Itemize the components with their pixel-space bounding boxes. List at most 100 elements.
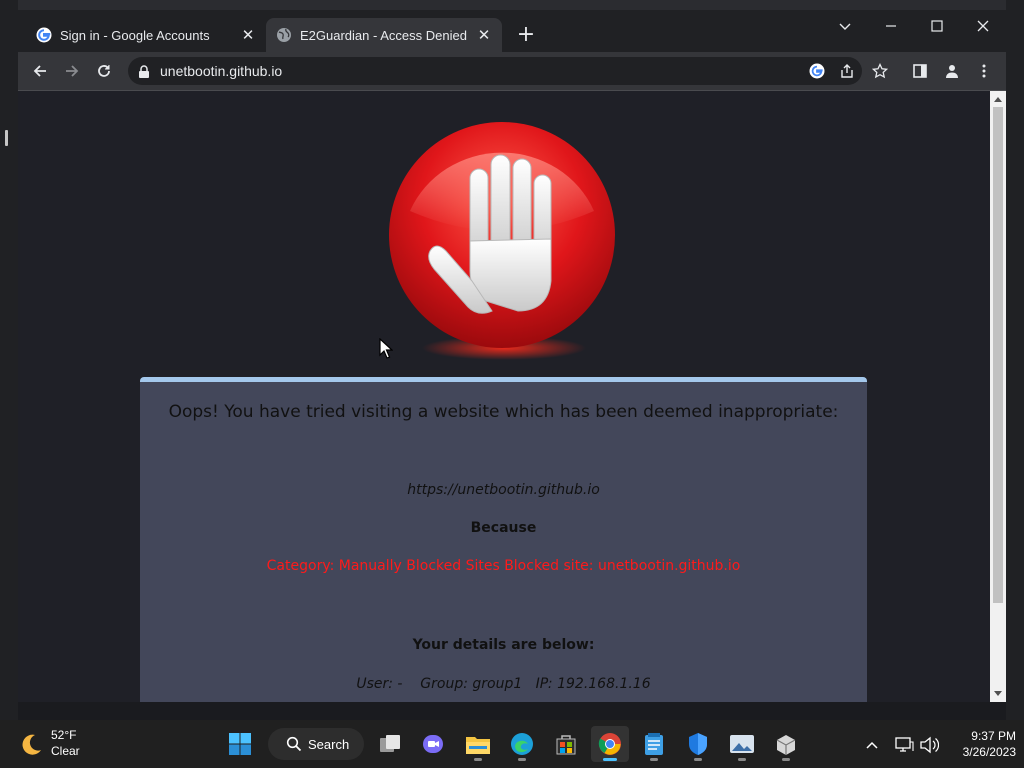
edge-button[interactable] [503, 726, 541, 762]
folder-icon [466, 737, 490, 754]
lock-icon[interactable] [138, 64, 150, 83]
app-installer-button[interactable] [767, 726, 805, 762]
running-indicator [518, 758, 526, 761]
blocked-message-panel: Oops! You have tried visiting a website … [140, 377, 867, 702]
side-panel-button[interactable] [908, 59, 932, 83]
chat-camera-icon [423, 735, 443, 753]
reload-button[interactable] [92, 59, 116, 83]
desktop-background-left [0, 0, 18, 720]
moon-icon [22, 734, 41, 755]
show-hidden-icons-button[interactable] [861, 734, 883, 756]
weather-condition: Clear [51, 744, 80, 758]
browser-toolbar: unetbootin.github.io [18, 52, 1006, 90]
forward-button[interactable] [60, 59, 84, 83]
running-indicator [782, 758, 790, 761]
running-indicator [694, 758, 702, 761]
tab-google-signin[interactable]: Sign in - Google Accounts ✕ [26, 18, 266, 52]
weather-widget[interactable]: 52°F Clear [18, 728, 108, 762]
back-button[interactable] [28, 59, 52, 83]
arrow-right-icon [66, 65, 79, 77]
new-tab-button[interactable]: + [515, 24, 537, 47]
store-button[interactable] [547, 726, 585, 762]
maximize-icon [931, 20, 943, 32]
chevron-up-icon [866, 741, 878, 749]
taskbar-search-button[interactable]: Search [268, 728, 364, 760]
minimize-icon [886, 25, 896, 27]
close-icon [977, 20, 989, 32]
task-view-icon [380, 735, 400, 752]
profile-button[interactable] [940, 59, 964, 83]
because-label: Because [470, 520, 537, 536]
teams-chat-button[interactable] [414, 726, 452, 762]
share-icon[interactable] [838, 62, 856, 80]
side-panel-icon [913, 64, 927, 78]
chrome-button[interactable] [591, 726, 629, 762]
file-explorer-button[interactable] [459, 726, 497, 762]
reload-icon [98, 65, 110, 77]
close-window-button[interactable] [960, 10, 1006, 42]
weather-temperature: 52°F [51, 728, 77, 742]
windows-logo-icon [229, 733, 251, 755]
photos-button[interactable] [723, 726, 761, 762]
tab-close-icon[interactable]: ✕ [240, 26, 256, 44]
network-button[interactable] [893, 734, 915, 756]
browser-window: Sign in - Google Accounts ✕ E2Guardian -… [18, 10, 1006, 702]
bookmark-star-button[interactable] [868, 59, 892, 83]
page-scrollbar[interactable] [990, 91, 1006, 702]
kebab-menu-icon [982, 64, 986, 78]
menu-button[interactable] [972, 59, 996, 83]
tab-search-button[interactable] [822, 10, 868, 42]
block-reason: Category: Manually Blocked Sites Blocked… [266, 558, 741, 574]
desktop-background-top [18, 0, 1006, 10]
desktop-background-right [1006, 0, 1024, 720]
scroll-up-icon[interactable] [990, 92, 1006, 106]
clock-date: 3/26/2023 [962, 745, 1016, 759]
windows-taskbar: 52°F Clear Search 9:37 PM 3/26/2023 [0, 720, 1024, 768]
address-bar[interactable]: unetbootin.github.io [128, 57, 862, 85]
task-view-button[interactable] [371, 726, 409, 762]
address-url[interactable]: unetbootin.github.io [160, 63, 282, 79]
minimize-button[interactable] [868, 10, 914, 42]
running-indicator [650, 758, 658, 761]
maximize-button[interactable] [914, 10, 960, 42]
star-icon [872, 63, 888, 79]
image-viewer-icon [730, 735, 754, 753]
package-box-icon [776, 735, 796, 755]
blocked-headline: Oops! You have tried visiting a website … [168, 402, 839, 422]
user-details: User: - Group: group1 IP: 192.168.1.16 [356, 676, 651, 692]
edge-icon [511, 733, 533, 755]
desktop-window-fragment [5, 130, 8, 146]
security-button[interactable] [679, 726, 717, 762]
google-lens-icon[interactable] [808, 62, 826, 80]
taskbar-clock[interactable]: 9:37 PM 3/26/2023 [944, 728, 1016, 760]
mouse-pointer-icon [379, 338, 393, 359]
chevron-down-icon [839, 23, 851, 30]
running-indicator [738, 758, 746, 761]
arrow-left-icon [33, 65, 46, 77]
chrome-icon [598, 733, 621, 755]
page-content: Oops! You have tried visiting a website … [18, 91, 990, 702]
speaker-icon [920, 736, 939, 754]
person-icon [946, 65, 958, 78]
scrollbar-thumb[interactable] [993, 107, 1003, 603]
network-icon [895, 737, 914, 752]
store-bag-icon [556, 735, 576, 755]
scroll-down-icon[interactable] [990, 687, 1006, 701]
shield-icon [689, 733, 707, 755]
google-g-icon [36, 27, 52, 43]
notepad-icon [645, 733, 663, 755]
search-icon [286, 736, 302, 752]
tab-title: E2Guardian - Access Denied [300, 27, 467, 43]
stop-hand-icon [389, 122, 615, 360]
active-indicator [603, 758, 617, 761]
tab-close-icon[interactable]: ✕ [476, 26, 492, 44]
blocked-url: https://unetbootin.github.io [407, 482, 600, 498]
globe-icon [276, 27, 292, 43]
volume-button[interactable] [918, 734, 940, 756]
details-heading: Your details are below: [412, 637, 595, 653]
start-button[interactable] [221, 726, 259, 762]
notepad-button[interactable] [635, 726, 673, 762]
tab-access-denied[interactable]: E2Guardian - Access Denied ✕ [266, 18, 502, 52]
taskbar-search-label: Search [308, 736, 350, 752]
running-indicator [474, 758, 482, 761]
